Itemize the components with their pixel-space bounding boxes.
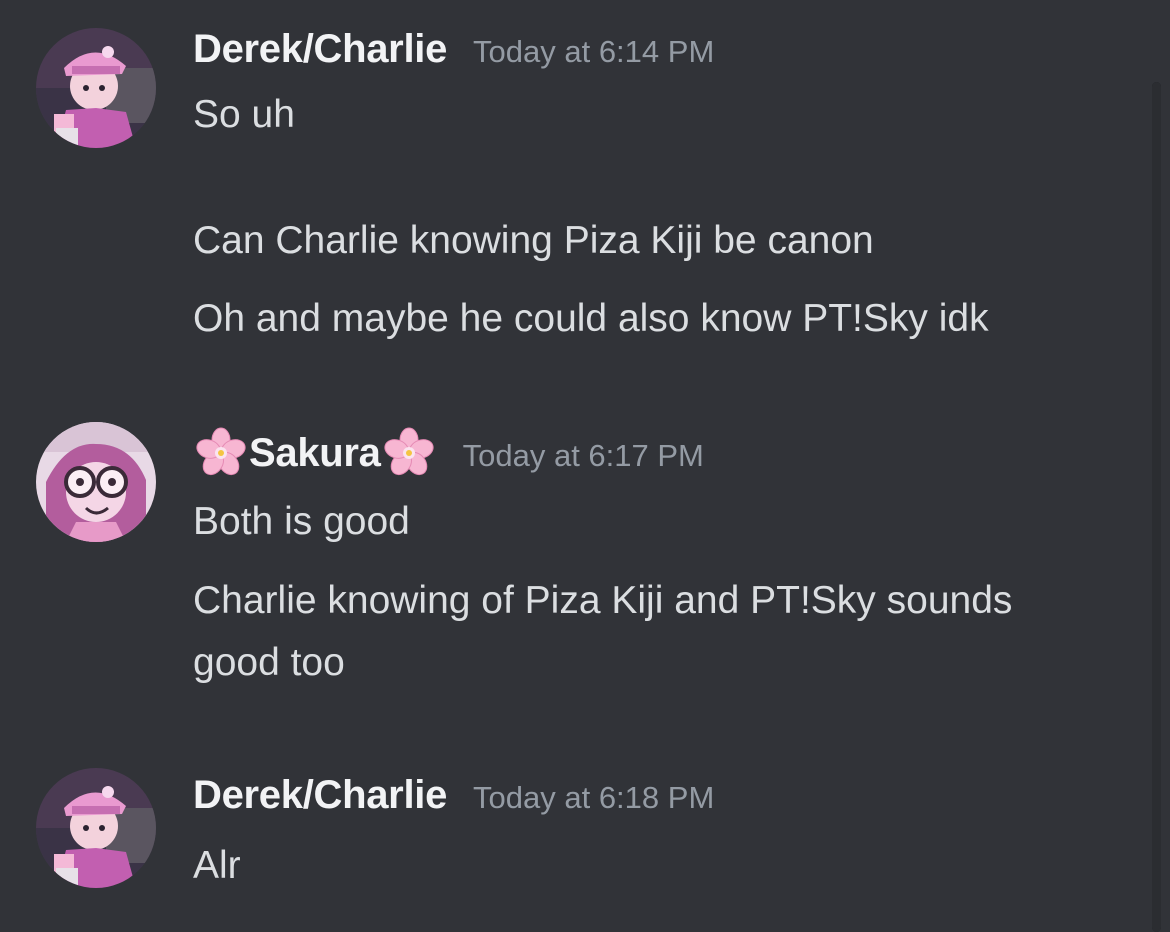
chat-messages: Derek/Charlie Today at 6:14 PM So uh Can… [0, 0, 1170, 932]
timestamp[interactable]: Today at 6:14 PM [473, 34, 714, 70]
username[interactable]: Derek/Charlie [193, 27, 447, 72]
message-text: So uh [193, 93, 295, 136]
message-text: Can Charlie knowing Piza Kiji be canon [193, 219, 874, 262]
cherry-blossom-icon [381, 425, 437, 481]
message-text: good too [193, 641, 345, 684]
username[interactable]: Derek/Charlie [193, 773, 447, 818]
pink-hat-character-avatar[interactable] [36, 28, 156, 148]
timestamp[interactable]: Today at 6:18 PM [473, 780, 714, 816]
message-header: Derek/Charlie Today at 6:18 PM [193, 770, 714, 820]
cherry-blossom-icon [193, 425, 249, 481]
message-text: Oh and maybe he could also know PT!Sky i… [193, 297, 989, 340]
scrollbar-thumb[interactable] [1152, 82, 1161, 932]
username[interactable]: Sakura [249, 431, 381, 476]
message-text: Charlie knowing of Piza Kiji and PT!Sky … [193, 579, 1013, 622]
message-header: Derek/Charlie Today at 6:14 PM [193, 24, 714, 74]
timestamp[interactable]: Today at 6:17 PM [463, 438, 704, 474]
pink-hat-character-avatar[interactable] [36, 768, 156, 888]
scrollbar-track[interactable] [1152, 82, 1161, 932]
message-header: Sakura Today at 6:17 PM [193, 425, 704, 481]
message-text: Alr [193, 844, 241, 887]
glasses-character-avatar[interactable] [36, 422, 156, 542]
message-text: Both is good [193, 500, 410, 543]
